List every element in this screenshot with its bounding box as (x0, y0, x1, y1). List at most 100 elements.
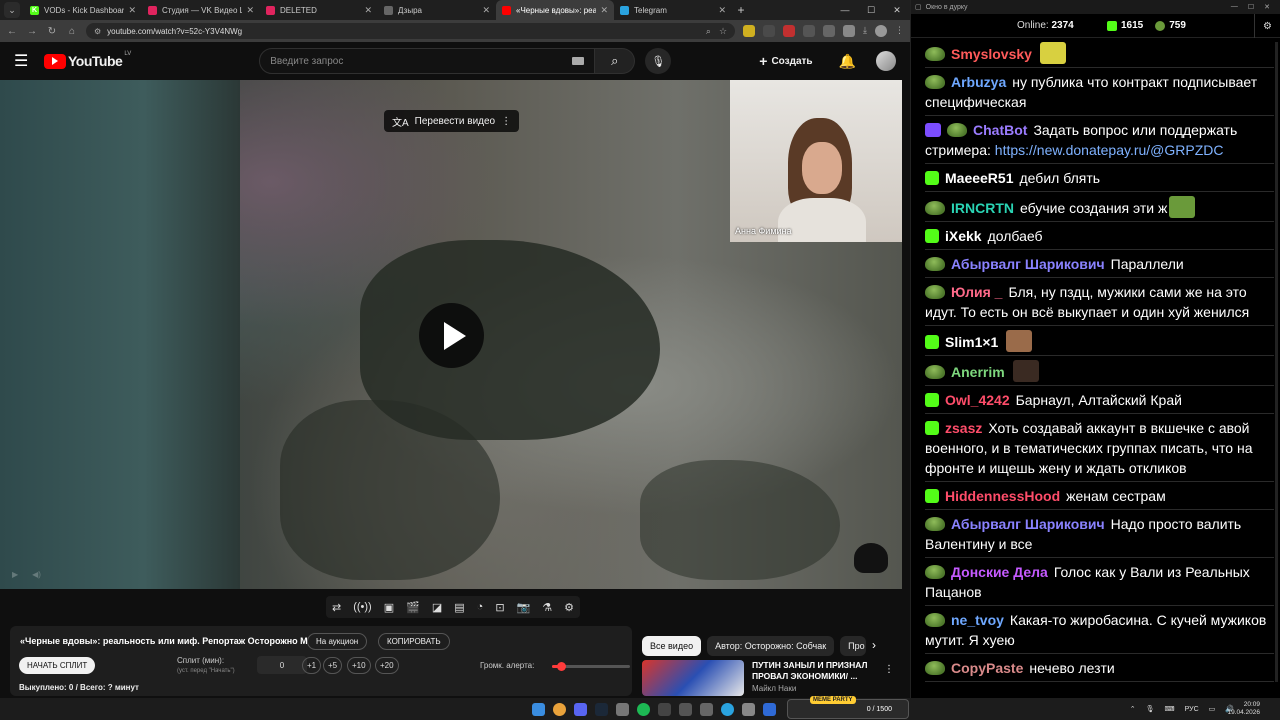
play-icon[interactable]: ▶ (12, 570, 18, 579)
increment-10-button[interactable]: +10 (347, 657, 371, 674)
video-player[interactable]: 文A Перевести видео ⋮ Анна Фимина ▶ ◀) (0, 80, 902, 589)
chat-username[interactable]: Юлия _ (951, 284, 1002, 300)
tab-close-icon[interactable]: ✕ (246, 5, 254, 16)
recommended-thumbnail[interactable] (642, 660, 744, 696)
app-icon[interactable] (763, 702, 776, 716)
forward-icon[interactable]: → (26, 26, 38, 37)
flask-icon[interactable]: ⚗ (542, 601, 552, 614)
extension-icon[interactable] (823, 25, 836, 37)
chat-username[interactable]: iXekk (945, 228, 982, 244)
bookmark-star-icon[interactable]: ☆ (719, 26, 727, 37)
broadcast-icon[interactable]: ((•)) (353, 601, 372, 613)
notifications-bell-icon[interactable]: 🔔 (839, 53, 856, 70)
start-split-button[interactable]: НАЧАТЬ СПЛИТ (19, 657, 96, 674)
chat-username[interactable]: Owl_4242 (945, 392, 1010, 408)
meme-party-widget[interactable]: MEME PARTY 0 / 1500 (787, 696, 909, 719)
network-icon[interactable]: ▭ (1209, 705, 1216, 713)
extension-icon[interactable] (803, 25, 816, 37)
download-icon[interactable]: ⤓ (863, 25, 867, 37)
increment-5-button[interactable]: +5 (323, 657, 343, 674)
search-button[interactable]: ⌕ (595, 48, 636, 74)
chat-username[interactable]: CopyPaste (951, 660, 1023, 676)
chat-username[interactable]: HiddennessHood (945, 488, 1060, 504)
zoom-icon[interactable]: ⌕ (706, 26, 711, 37)
auction-button[interactable]: На аукцион (307, 633, 368, 650)
screen-eye-icon[interactable]: ▣ (384, 601, 394, 614)
spotify-icon[interactable] (637, 702, 650, 716)
graph-icon[interactable]: ⊡ (495, 601, 504, 614)
chrome-icon[interactable] (553, 702, 566, 716)
voice-search-button[interactable]: 🎙 (645, 48, 672, 74)
speed-icon[interactable]: ◔ (477, 601, 484, 613)
keyboard-icon[interactable] (572, 57, 585, 65)
chip-all-videos[interactable]: Все видео (642, 636, 702, 656)
chat-settings-icon[interactable]: ⚙ (1254, 14, 1280, 38)
loop-icon[interactable]: ⇄ (332, 601, 341, 614)
recommended-channel[interactable]: Майкл Наки (752, 684, 902, 693)
browser-tab[interactable]: «Черные вдовы»: реальность✕ (496, 0, 614, 20)
chat-username[interactable]: ne_tvoy (951, 612, 1004, 628)
picture-in-picture-icon[interactable]: ◪ (432, 601, 442, 614)
youtube-logo[interactable]: YouTube LV (44, 51, 131, 69)
extension-icon[interactable] (763, 25, 776, 37)
chip-more[interactable]: Про (840, 636, 867, 656)
search-input[interactable]: Введите запрос (259, 48, 596, 74)
minimize-icon[interactable]: — (1231, 3, 1238, 11)
film-icon[interactable]: ▤ (454, 601, 464, 614)
chat-username[interactable]: ChatBot (973, 122, 1027, 138)
new-tab-button[interactable]: + (732, 0, 750, 20)
tab-close-icon[interactable]: ✕ (364, 5, 372, 16)
language-indicator[interactable]: РУС (1185, 706, 1199, 713)
browser-tab[interactable]: Студия — VK Видео Live✕ (142, 0, 260, 20)
chip-author[interactable]: Автор: Осторожно: Собчак (707, 636, 835, 656)
app-icon[interactable] (700, 702, 713, 716)
hamburger-menu-icon[interactable]: ☰ (14, 51, 42, 71)
back-icon[interactable]: ← (6, 26, 18, 37)
copy-button[interactable]: КОПИРОВАТЬ (378, 633, 450, 650)
browser-tab[interactable]: Telegram ✕ (614, 0, 732, 20)
chat-username[interactable]: MaeeeR51 (945, 170, 1014, 186)
tray-chevron-icon[interactable]: ⌃ (1130, 705, 1136, 713)
chat-username[interactable]: Абырвалг Шарикович (951, 256, 1105, 272)
site-info-icon[interactable]: ⚙ (94, 27, 101, 36)
chat-username[interactable]: Anerrim (951, 364, 1005, 380)
keyboard-icon[interactable]: ⌨ (1165, 705, 1175, 713)
recommended-title[interactable]: ПУТИН ЗАНЫЛ И ПРИЗНАЛ ПРОВАЛ ЭКОНОМИКИ/ … (752, 660, 902, 682)
browser-tab[interactable]: K VODs - Kick Dashboard ✕ (24, 0, 142, 20)
tab-close-icon[interactable]: ✕ (718, 5, 726, 16)
extension-icon[interactable] (783, 25, 796, 37)
chat-scrollbar[interactable] (1275, 42, 1278, 682)
tab-close-icon[interactable]: ✕ (482, 5, 490, 16)
alert-volume-slider[interactable] (552, 662, 630, 671)
tab-search-icon[interactable]: ⌄ (4, 2, 20, 18)
close-icon[interactable]: ✕ (1264, 3, 1270, 11)
reload-icon[interactable]: ↻ (46, 26, 58, 37)
home-icon[interactable]: ⌂ (66, 26, 78, 37)
app-icon[interactable] (742, 702, 755, 716)
chat-username[interactable]: Smyslovsky (951, 46, 1032, 62)
maximize-icon[interactable]: ☐ (858, 0, 884, 20)
chat-username[interactable]: Донские Дела (951, 564, 1048, 580)
avatar[interactable] (876, 51, 896, 71)
browser-tab[interactable]: DELETED ✕ (260, 0, 378, 20)
chat-username[interactable]: IRNCRTN (951, 200, 1014, 216)
menu-icon[interactable]: ⋮ (895, 25, 904, 37)
translate-video-button[interactable]: 文A Перевести видео ⋮ (384, 110, 520, 132)
browser-tab[interactable]: Дзыра ✕ (378, 0, 496, 20)
minimize-icon[interactable]: — (832, 0, 858, 20)
increment-1-button[interactable]: +1 (302, 657, 322, 674)
create-button[interactable]: + Создать (749, 48, 822, 74)
increment-20-button[interactable]: +20 (375, 657, 399, 674)
microphone-icon[interactable]: 🎙 (1146, 705, 1155, 713)
tab-close-icon[interactable]: ✕ (600, 5, 608, 16)
settings-gear-icon[interactable]: ⚙ (564, 601, 574, 614)
steam-icon[interactable] (595, 702, 608, 716)
obs-icon[interactable] (658, 702, 671, 716)
close-icon[interactable]: ✕ (884, 0, 910, 20)
more-icon[interactable]: ⋮ (501, 116, 511, 127)
chevron-right-icon[interactable]: › (872, 638, 876, 652)
tab-close-icon[interactable]: ✕ (128, 5, 136, 16)
chat-username[interactable]: Абырвалг Шарикович (951, 516, 1105, 532)
chat-username[interactable]: zsasz (945, 420, 982, 436)
clock[interactable]: 20:09 19.04.2026 (1227, 701, 1260, 717)
